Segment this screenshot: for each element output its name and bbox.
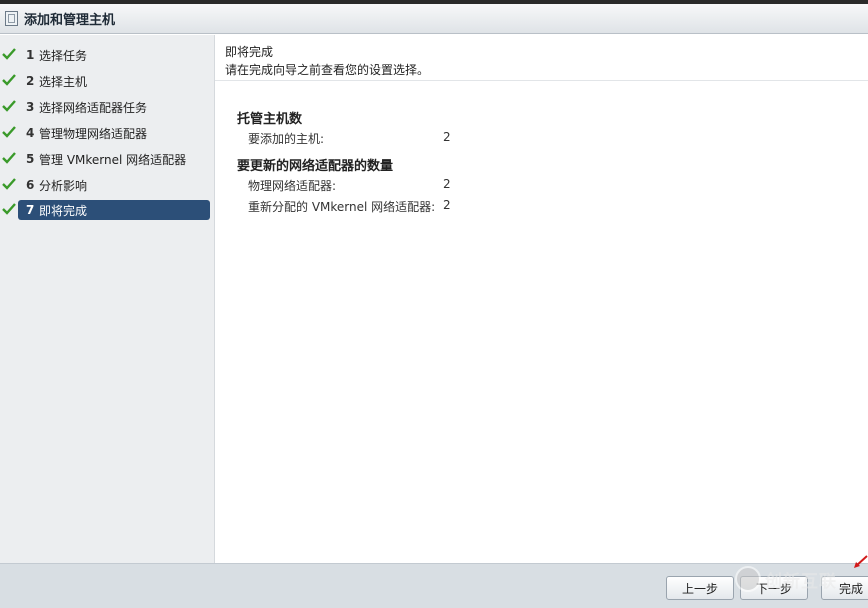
watermark-text: 创新互联: [765, 571, 837, 592]
checkmark-icon: [2, 100, 16, 112]
checkmark-icon: [2, 48, 16, 60]
step-select-hosts[interactable]: 2 选择主机: [0, 71, 215, 91]
summary-value: 2: [443, 177, 451, 191]
step-label: 管理 VMkernel 网络适配器: [39, 152, 187, 167]
summary-value: 2: [443, 130, 451, 144]
wizard-content: 即将完成 请在完成向导之前查看您的设置选择。 托管主机数 要添加的主机: 2 要…: [215, 35, 868, 563]
watermark-logo-icon: [735, 566, 761, 592]
watermark: 创新互联: [735, 564, 837, 594]
page-subtitle: 请在完成向导之前查看您的设置选择。: [225, 63, 430, 77]
window-wizard-icon: [5, 11, 18, 26]
summary-value: 2: [443, 198, 451, 212]
step-number: 1: [26, 48, 35, 62]
checkmark-icon: [2, 203, 16, 215]
summary-label: 要添加的主机:: [248, 132, 325, 146]
step-number: 5: [26, 152, 35, 166]
step-select-adapter-tasks[interactable]: 3 选择网络适配器任务: [0, 97, 215, 117]
window-title: 添加和管理主机: [24, 13, 116, 28]
summary-label: 物理网络适配器:: [248, 179, 337, 193]
checkmark-icon: [2, 74, 16, 86]
step-number: 3: [26, 100, 35, 114]
back-button[interactable]: 上一步: [666, 576, 734, 600]
checkmark-icon: [2, 152, 16, 164]
step-label: 选择网络适配器任务: [39, 100, 148, 115]
window-titlebar: 添加和管理主机: [0, 4, 868, 34]
section-title-hosts: 托管主机数: [237, 112, 303, 127]
step-label: 管理物理网络适配器: [39, 126, 148, 141]
step-number: 7: [26, 203, 35, 217]
step-label: 选择任务: [39, 48, 88, 63]
step-label: 选择主机: [39, 74, 88, 89]
step-label: 即将完成: [39, 203, 88, 218]
summary-label: 重新分配的 VMkernel 网络适配器:: [248, 200, 436, 214]
wizard-steps-sidebar: 1 选择任务 2 选择主机 3 选择网络适配器任务 4 管理物理网络适配器 5 …: [0, 35, 215, 563]
section-title-adapters: 要更新的网络适配器的数量: [237, 159, 394, 174]
page-title: 即将完成: [225, 45, 274, 59]
step-number: 6: [26, 178, 35, 192]
checkmark-icon: [2, 178, 16, 190]
step-manage-physical-adapters[interactable]: 4 管理物理网络适配器: [0, 123, 215, 143]
step-ready-to-complete[interactable]: 7 即将完成: [0, 200, 215, 220]
content-header: 即将完成 请在完成向导之前查看您的设置选择。: [215, 35, 868, 81]
pointer-arrow-icon: [854, 555, 868, 568]
step-select-task[interactable]: 1 选择任务: [0, 45, 215, 65]
step-analyze-impact[interactable]: 6 分析影响: [0, 175, 215, 195]
step-number: 4: [26, 126, 35, 140]
checkmark-icon: [2, 126, 16, 138]
step-label: 分析影响: [39, 178, 88, 193]
step-manage-vmkernel-adapters[interactable]: 5 管理 VMkernel 网络适配器: [0, 149, 215, 169]
step-number: 2: [26, 74, 35, 88]
